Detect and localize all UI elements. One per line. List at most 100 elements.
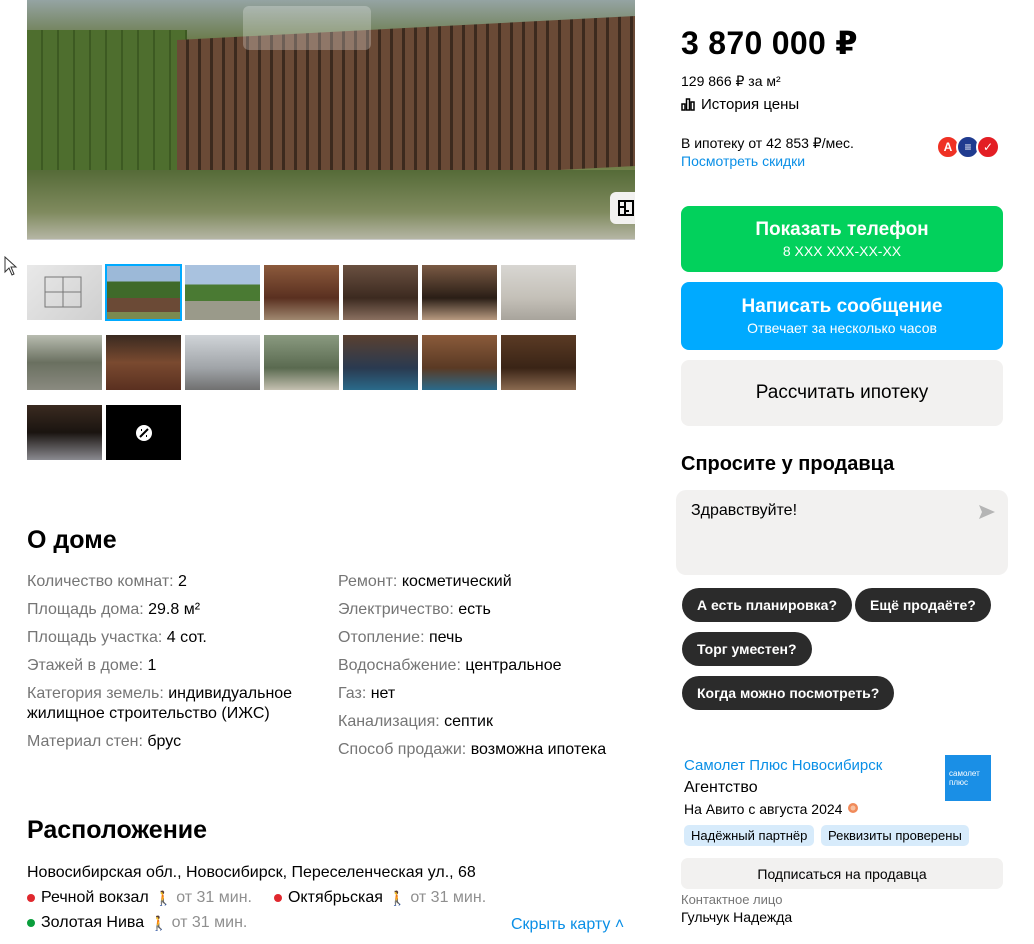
param-row: Водоснабжение: центральное (338, 656, 638, 676)
seller-name-link[interactable]: Самолет Плюс Новосибирск (684, 757, 882, 774)
quick-question-chip[interactable]: Когда можно посмотреть? (682, 676, 895, 710)
thumbnail[interactable] (27, 265, 102, 320)
metro-station[interactable]: Октябрьская (288, 889, 383, 907)
ask-seller-title: Спросите у продавца (681, 453, 895, 475)
param-key: Способ продажи: (338, 741, 471, 758)
param-value: возможна ипотека (470, 741, 607, 758)
about-title: О доме (27, 526, 117, 554)
seller-logo-text: самолет плюс (949, 769, 980, 787)
param-key: Количество комнат: (27, 573, 179, 590)
params-left: Количество комнат: 2 Площадь дома: 29.8 … (27, 572, 327, 760)
show-phone-button[interactable]: Показать телефон 8 XXX XXX-XX-XX (681, 206, 1003, 272)
price-history-label: История цены (701, 96, 800, 113)
param-row: Этажей в доме: 1 (27, 656, 327, 676)
param-row: Канализация: септик (338, 712, 638, 732)
param-value: 4 сот. (166, 629, 207, 646)
thumbnail[interactable] (343, 335, 418, 390)
metro-time: от 31 мин. (410, 889, 487, 906)
param-row: Газ: нет (338, 684, 638, 704)
param-key: Газ: (338, 685, 371, 702)
floor-plan-thumb (44, 276, 82, 308)
thumbnail[interactable] (185, 265, 260, 320)
location-title: Расположение (27, 816, 208, 844)
calc-mortgage-button[interactable]: Рассчитать ипотеку (681, 360, 1003, 426)
metro-line-dot (27, 919, 35, 927)
param-row: Ремонт: косметический (338, 572, 638, 592)
thumbnail[interactable] (264, 335, 339, 390)
thumbnail[interactable] (264, 265, 339, 320)
chevron-up-icon: ˄ (614, 916, 625, 933)
more-photos-button[interactable] (106, 405, 181, 460)
floor-plan-button[interactable] (610, 192, 635, 224)
param-row: Категория земель: индивидуальное жилищно… (27, 684, 327, 724)
watermark (243, 6, 371, 50)
param-key: Категория земель: (27, 685, 169, 702)
param-row: Площадь дома: 29.8 м² (27, 600, 327, 620)
metro-station[interactable]: Золотая Нива (41, 914, 144, 932)
main-photo[interactable] (27, 0, 635, 240)
write-message-button[interactable]: Написать сообщение Отвечает за несколько… (681, 282, 1003, 350)
hide-map-link[interactable]: Скрыть карту ˄ (511, 916, 624, 934)
walking-icon: 🚶 (150, 914, 168, 931)
thumbnail[interactable] (343, 265, 418, 320)
param-value: 1 (147, 657, 157, 674)
contact-label: Контактное лицо (681, 892, 783, 907)
thumbnail[interactable] (501, 335, 576, 390)
quick-question-chip[interactable]: А есть планировка? (682, 588, 852, 622)
show-phone-label: Показать телефон (755, 219, 929, 240)
param-value: центральное (465, 657, 562, 674)
param-value: есть (458, 601, 491, 618)
quick-question-chip[interactable]: Ещё продаёте? (855, 588, 991, 622)
floor-plan-icon (618, 200, 634, 216)
param-key: Этажей в доме: (27, 657, 148, 674)
calc-mortgage-label: Рассчитать ипотеку (755, 382, 929, 403)
param-value: печь (428, 629, 463, 646)
param-key: Электричество: (338, 601, 459, 618)
price: 3 870 000 ₽ (681, 25, 858, 61)
param-value: септик (444, 713, 493, 730)
ask-input-value: Здравствуйте! (691, 502, 798, 519)
param-key: Площадь участка: (27, 629, 167, 646)
bank-icon: ✓ (976, 135, 1000, 159)
param-value: косметический (401, 573, 512, 590)
bank-logos: А ≡ ✓ (936, 135, 1000, 159)
param-value: нет (370, 685, 396, 702)
param-key: Канализация: (338, 713, 445, 730)
param-row: Способ продажи: возможна ипотека (338, 740, 638, 760)
hide-map-label: Скрыть карту (511, 916, 611, 933)
phone-mask: 8 XXX XXX-XX-XX (782, 243, 902, 259)
seller-badge: Реквизиты проверены (821, 825, 969, 846)
metro-line-dot (27, 894, 35, 902)
param-row: Отопление: печь (338, 628, 638, 648)
param-value: брус (147, 733, 182, 750)
send-icon[interactable] (978, 504, 996, 520)
thumbnail[interactable] (422, 335, 497, 390)
photo-ground (27, 170, 635, 239)
param-value: 2 (178, 573, 187, 590)
metro-station[interactable]: Речной вокзал (41, 889, 149, 907)
thumbnail[interactable] (106, 335, 181, 390)
param-key: Площадь дома: (27, 601, 149, 618)
thumbnail[interactable] (185, 335, 260, 390)
quick-question-chip[interactable]: Торг уместен? (682, 632, 812, 666)
settings-badge-icon (135, 424, 152, 441)
metro-time: от 31 мин. (176, 889, 252, 906)
seller-since-text: На Авито с августа 2024 (684, 801, 843, 817)
subscribe-button[interactable]: Подписаться на продавца (681, 858, 1003, 889)
seller-logo[interactable]: самолет плюс (945, 755, 991, 801)
param-key: Материал стен: (27, 733, 148, 750)
seller-since: На Авито с августа 2024 (684, 801, 860, 817)
price-per-meter: 129 866 ₽ за м² (681, 73, 781, 89)
param-row: Электричество: есть (338, 600, 638, 620)
thumbnail[interactable] (27, 335, 102, 390)
discounts-link[interactable]: Посмотреть скидки (681, 153, 805, 169)
price-history-link[interactable]: История цены (681, 96, 799, 113)
thumbnail[interactable] (422, 265, 497, 320)
ask-seller-input[interactable]: Здравствуйте! (676, 490, 1008, 575)
thumbnail[interactable] (27, 405, 102, 460)
metro-row: Золотая Нива 🚶 от 31 мин. (27, 914, 247, 932)
contact-name: Гульчук Надежда (681, 909, 793, 925)
response-time: Отвечает за несколько часов (747, 320, 937, 336)
thumbnail[interactable] (501, 265, 576, 320)
thumbnail[interactable] (105, 264, 182, 321)
